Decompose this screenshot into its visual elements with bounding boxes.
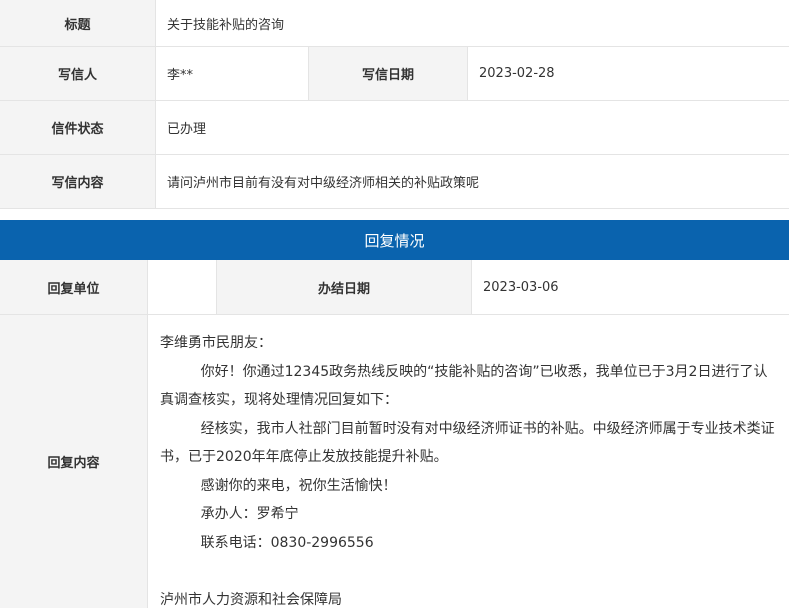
- letter-title-row: 标题 关于技能补贴的咨询: [0, 0, 789, 47]
- finish-date-value: 2023-03-06: [471, 260, 789, 314]
- reply-handler: 承办人：罗希宁: [160, 500, 777, 529]
- letter-title-value: 关于技能补贴的咨询: [155, 0, 789, 46]
- write-date-value: 2023-02-28: [467, 47, 789, 100]
- reply-unit-label: 回复单位: [0, 260, 147, 314]
- letter-content-label: 写信内容: [0, 155, 155, 208]
- writer-label: 写信人: [0, 47, 155, 100]
- reply-thanks: 感谢你的来电，祝你生活愉快！: [160, 472, 777, 501]
- letter-title-label: 标题: [0, 0, 155, 46]
- status-value: 已办理: [155, 101, 789, 154]
- reply-paragraph-1: 你好！你通过12345政务热线反映的“技能补贴的咨询”已收悉，我单位已于3月2日…: [160, 358, 777, 415]
- finish-date-label: 办结日期: [216, 260, 471, 314]
- write-date-label: 写信日期: [308, 47, 467, 100]
- reply-blank-line: [160, 557, 777, 586]
- reply-content-body: 李维勇市民朋友： 你好！你通过12345政务热线反映的“技能补贴的咨询”已收悉，…: [147, 315, 789, 608]
- letter-status-row: 信件状态 已办理: [0, 101, 789, 155]
- letter-writer-row: 写信人 李** 写信日期 2023-02-28: [0, 47, 789, 101]
- reply-unit-row: 回复单位 办结日期 2023-03-06: [0, 260, 789, 315]
- reply-phone: 联系电话：0830-2996556: [160, 529, 777, 558]
- reply-content-label: 回复内容: [0, 315, 147, 608]
- reply-paragraph-2: 经核实，我市人社部门目前暂时没有对中级经济师证书的补贴。中级经济师属于专业技术类…: [160, 415, 777, 472]
- letter-content-row: 写信内容 请问泸州市目前有没有对中级经济师相关的补贴政策呢: [0, 155, 789, 209]
- writer-value: 李**: [155, 47, 308, 100]
- reply-section-header: 回复情况: [0, 220, 789, 260]
- status-label: 信件状态: [0, 101, 155, 154]
- reply-unit-value: [147, 260, 216, 314]
- reply-signature: 泸州市人力资源和社会保障局: [160, 586, 777, 614]
- reply-greeting: 李维勇市民朋友：: [160, 329, 777, 358]
- letter-content-value: 请问泸州市目前有没有对中级经济师相关的补贴政策呢: [155, 155, 789, 208]
